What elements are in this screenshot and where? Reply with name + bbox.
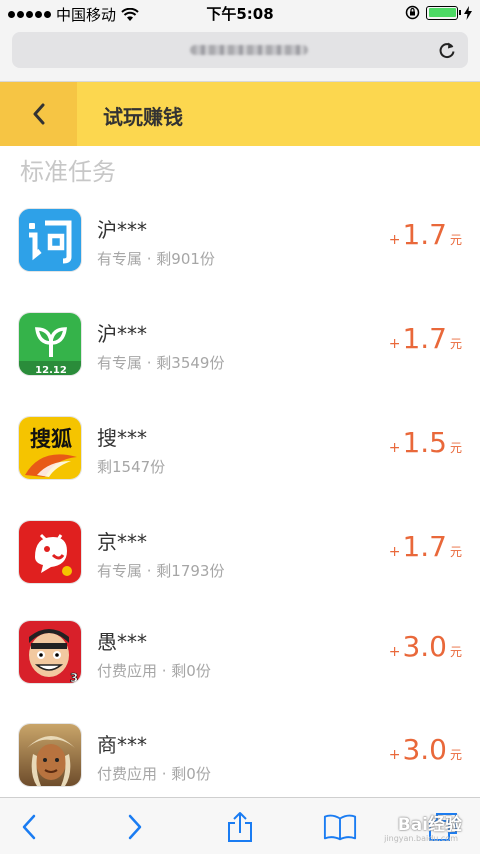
browser-url-area	[0, 26, 480, 82]
task-item[interactable]: 沪*** 有专属 · 剩901份 + 1.7 元	[0, 208, 480, 312]
task-name: 京***	[97, 530, 147, 554]
task-name: 愚***	[97, 630, 147, 654]
task-meta: 有专属 · 剩3549份	[97, 354, 225, 372]
chevron-left-icon	[22, 814, 36, 840]
reward-unit: 元	[449, 233, 462, 247]
task-name: 沪***	[97, 218, 147, 242]
app-header: 试玩赚钱	[0, 82, 480, 146]
reward-amount: 3.0	[402, 630, 447, 663]
task-reward: + 1.5 元	[389, 426, 462, 459]
bookmarks-button[interactable]	[323, 810, 357, 844]
share-button[interactable]	[223, 810, 257, 844]
reward-amount: 1.7	[402, 322, 447, 355]
task-reward: + 1.7 元	[389, 218, 462, 251]
battery-icon	[426, 5, 461, 20]
task-name: 搜***	[97, 426, 147, 450]
sohu-icon-label: 搜狐	[30, 427, 72, 451]
section-title: 标准任务	[20, 158, 116, 186]
rotation-lock-icon	[405, 5, 420, 20]
page-title: 试玩赚钱	[103, 105, 183, 129]
charging-bolt-icon	[464, 5, 472, 20]
task-meta: 付费应用 · 剩0份	[97, 765, 211, 783]
task-name: 商***	[97, 733, 147, 757]
task-item[interactable]: 12.12 沪*** 有专属 · 剩3549份 + 1.7 元	[0, 312, 480, 416]
jd-dog-icon	[18, 520, 82, 584]
task-item[interactable]: 搜狐 搜*** 剩1547份 + 1.5 元	[0, 416, 480, 520]
reward-plus: +	[388, 440, 401, 456]
task-item[interactable]: 3 愚*** 付费应用 · 剩0份 + 3.0 元	[0, 620, 480, 724]
task-meta: 付费应用 · 剩0份	[97, 662, 211, 680]
chevron-left-icon	[33, 103, 44, 125]
reward-amount: 1.7	[402, 530, 447, 563]
task-meta: 剩1547份	[97, 458, 166, 476]
task-reward: + 1.7 元	[389, 530, 462, 563]
task-meta: 有专属 · 剩901份	[97, 250, 215, 268]
browser-back-button[interactable]	[12, 810, 46, 844]
task-reward: + 1.7 元	[389, 322, 462, 355]
status-right	[405, 5, 472, 20]
badge-number: 3	[70, 671, 78, 684]
browser-toolbar: Bai经验 jingyan.baidu.com	[0, 797, 480, 854]
baidu-watermark-url: jingyan.baidu.com	[384, 834, 458, 843]
reward-amount: 1.5	[402, 426, 447, 459]
reward-plus: +	[388, 747, 401, 763]
sprout-icon-label: 12.12	[35, 365, 67, 376]
reward-amount: 3.0	[402, 733, 447, 766]
url-bar[interactable]	[12, 32, 468, 68]
task-name: 沪***	[97, 322, 147, 346]
game-character-icon	[18, 723, 82, 787]
reward-plus: +	[388, 544, 401, 560]
book-icon	[323, 814, 357, 841]
share-icon	[228, 812, 252, 842]
reward-plus: +	[388, 644, 401, 660]
reward-unit: 元	[449, 748, 462, 762]
status-bar: 中国移动 下午5:08	[0, 0, 480, 26]
reward-unit: 元	[449, 645, 462, 659]
reload-icon[interactable]	[436, 39, 458, 61]
reward-plus: +	[388, 336, 401, 352]
back-button[interactable]	[0, 82, 77, 146]
browser-forward-button[interactable]	[118, 810, 152, 844]
task-meta: 有专属 · 剩1793份	[97, 562, 225, 580]
baidu-watermark: Bai经验	[397, 815, 462, 835]
chevron-right-icon	[128, 814, 142, 840]
reward-unit: 元	[449, 337, 462, 351]
task-item[interactable]: 京*** 有专属 · 剩1793份 + 1.7 元	[0, 520, 480, 624]
task-reward: + 3.0 元	[389, 733, 462, 766]
blurred-url	[190, 45, 308, 55]
task-reward: + 3.0 元	[389, 630, 462, 663]
ci-icon	[18, 208, 82, 272]
cartoon-face-icon: 3	[18, 620, 82, 684]
reward-amount: 1.7	[402, 218, 447, 251]
sohu-fox-icon: 搜狐	[18, 416, 82, 480]
sprout-icon: 12.12	[18, 312, 82, 376]
reward-unit: 元	[449, 441, 462, 455]
reward-plus: +	[388, 232, 401, 248]
reward-unit: 元	[449, 545, 462, 559]
